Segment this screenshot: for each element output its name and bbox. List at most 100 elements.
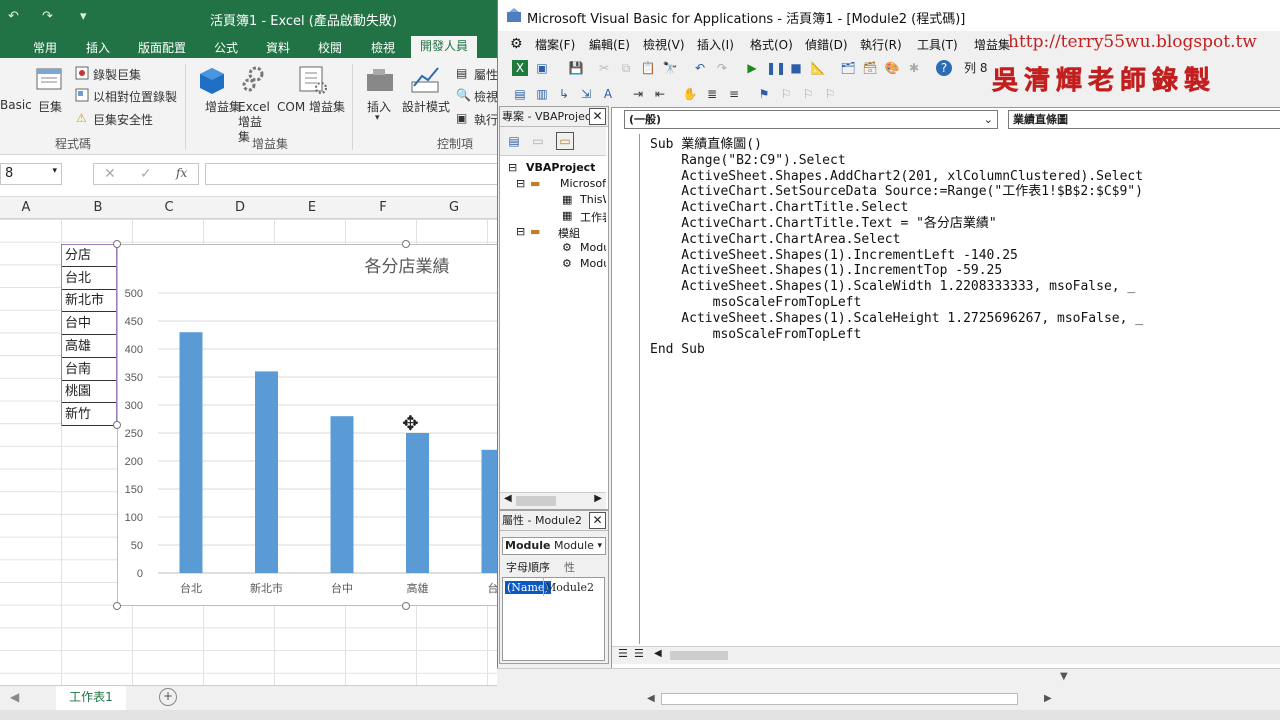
break-icon[interactable]: ❚❚	[766, 60, 786, 76]
formula-input[interactable]	[205, 163, 500, 185]
outdent-icon[interactable]: ⇤	[652, 86, 668, 102]
properties-window-icon[interactable]: 🗃	[862, 60, 878, 76]
record-macro-button[interactable]: 錄製巨集	[93, 66, 141, 83]
vba-sys-icon[interactable]: ⚙	[510, 36, 523, 52]
object-combo[interactable]: (一般) ⌄	[624, 110, 998, 129]
addins-icon[interactable]	[198, 66, 226, 96]
prev-bookmark-icon[interactable]: ⚐	[800, 86, 816, 102]
chart-title[interactable]: 各分店業績	[365, 257, 450, 276]
design-mode-button[interactable]: 設計模式	[402, 98, 450, 115]
list-constants-icon[interactable]: ▥	[534, 86, 550, 102]
cell[interactable]: 新北市	[62, 290, 116, 313]
tree-toggle-icon[interactable]: ⊟	[508, 161, 517, 174]
save-icon[interactable]: 💾	[568, 60, 584, 76]
tree-microsoft-objects[interactable]: Microsoft	[560, 177, 606, 190]
tab-categorized[interactable]: 性	[564, 559, 575, 575]
tab-view[interactable]: 檢視	[371, 39, 395, 56]
tab-review[interactable]: 校閱	[318, 39, 342, 56]
insert-function-icon[interactable]: fx	[176, 166, 187, 180]
resize-handle[interactable]	[402, 602, 410, 610]
list-properties-icon[interactable]: ▤	[512, 86, 528, 102]
cell[interactable]: 台北	[62, 268, 116, 290]
addins-button[interactable]: 增益集	[205, 100, 241, 115]
full-module-view-icon[interactable]: ☰	[634, 647, 644, 660]
customize-qat-icon[interactable]: ▾	[80, 9, 87, 24]
resize-handle[interactable]	[113, 240, 121, 248]
toggle-bookmark-icon[interactable]: ⚑	[756, 86, 772, 102]
view-excel-icon[interactable]: X	[512, 60, 528, 76]
column-header-g[interactable]: G	[444, 200, 464, 215]
chart-bar[interactable]	[330, 416, 354, 573]
properties-object-combo[interactable]: Module Module ▾	[502, 537, 606, 555]
enter-check-icon[interactable]: ✓	[140, 166, 152, 182]
menu-addins[interactable]: 增益集	[974, 36, 1010, 53]
next-bookmark-icon[interactable]: ⚐	[778, 86, 794, 102]
property-value[interactable]: Module2	[545, 581, 594, 594]
view-code-button[interactable]: 檢視	[474, 88, 498, 105]
scroll-right-icon[interactable]: ▶	[594, 493, 602, 504]
resize-handle[interactable]	[113, 602, 121, 610]
relative-ref-button[interactable]: 以相對位置錄製	[93, 88, 177, 105]
tree-toggle-icon[interactable]: ⊟	[516, 177, 525, 190]
resize-handle[interactable]	[113, 421, 121, 429]
clear-bookmarks-icon[interactable]: ⚐	[822, 86, 838, 102]
menu-format[interactable]: 格式(O)	[750, 36, 793, 53]
parameter-info-icon[interactable]: ⇲	[578, 86, 594, 102]
column-header-c[interactable]: C	[159, 200, 179, 215]
tree-toggle-icon[interactable]: ⊟	[516, 225, 525, 238]
complete-word-icon[interactable]: A	[600, 86, 616, 102]
sheet-tab-1[interactable]: 工作表1	[56, 686, 126, 712]
help-icon[interactable]: ?	[936, 60, 952, 76]
add-sheet-button[interactable]: +	[159, 688, 177, 706]
scroll-right-icon[interactable]: ▶	[1044, 693, 1052, 704]
name-box-dropdown-icon[interactable]: ▾	[52, 166, 57, 176]
scroll-thumb[interactable]	[670, 651, 728, 660]
column-header-b[interactable]: B	[88, 200, 108, 215]
macros-button[interactable]: 巨集	[38, 98, 62, 115]
close-project-pane-button[interactable]: ✕	[589, 108, 606, 125]
run-dialog-button[interactable]: 執行	[474, 111, 498, 128]
tree-module1[interactable]: Modu	[580, 241, 606, 254]
properties-button[interactable]: 屬性	[474, 66, 498, 83]
chart-bar[interactable]	[406, 433, 429, 573]
macro-security-button[interactable]: 巨集安全性	[93, 111, 153, 128]
cut-icon[interactable]: ✂	[596, 60, 612, 76]
tab-alphabetic[interactable]: 字母順序	[506, 559, 550, 575]
scroll-left-icon[interactable]: ◀	[504, 493, 512, 504]
macros-icon[interactable]	[35, 66, 65, 94]
scroll-thumb[interactable]	[516, 496, 556, 506]
insert-dropdown-icon[interactable]: ▾	[375, 113, 380, 123]
code-hscroll[interactable]: ☰ ☰ ◀	[612, 646, 1280, 664]
chevron-down-icon[interactable]: ▼	[1060, 671, 1068, 682]
cell[interactable]: 台南	[62, 359, 116, 381]
menu-file[interactable]: 檔案(F)	[535, 36, 575, 53]
selected-range[interactable]: 分店 台北 新北市 台中 高雄 台南 桃園 新竹	[61, 244, 117, 426]
chart-bar[interactable]	[255, 371, 278, 573]
tab-insert[interactable]: 插入	[86, 39, 110, 56]
view-code-icon[interactable]: ▤	[506, 133, 522, 149]
insert-controls-icon[interactable]	[365, 66, 395, 94]
excel-addins-gear-icon[interactable]	[240, 64, 268, 94]
scroll-left-icon[interactable]: ◀	[647, 693, 655, 704]
project-explorer-icon[interactable]: 🗂	[840, 60, 856, 76]
find-icon[interactable]: 🔭	[662, 60, 678, 76]
redo-icon[interactable]: ↷	[42, 9, 53, 24]
tree-vbaproject[interactable]: VBAProject	[526, 161, 595, 174]
com-addins-button[interactable]: COM 增益集	[277, 98, 345, 115]
chart-area[interactable]: 各分店業績 0 50 100 150 200 250 300 350 400 450 500 台北 新…	[117, 244, 505, 606]
toggle-folders-icon[interactable]: ▭	[556, 132, 574, 150]
tab-home[interactable]: 常用	[33, 39, 57, 56]
design-mode-icon[interactable]	[410, 64, 442, 96]
cancel-icon[interactable]: ✕	[104, 166, 116, 182]
scroll-track[interactable]	[661, 693, 1018, 705]
tab-formulas[interactable]: 公式	[214, 39, 238, 56]
column-header-f[interactable]: F	[373, 200, 393, 215]
column-header-a[interactable]: A	[16, 200, 36, 215]
close-properties-pane-button[interactable]: ✕	[589, 512, 606, 529]
view-object-icon[interactable]: ▭	[530, 133, 546, 149]
tree-thisworkbook[interactable]: ThisW	[580, 193, 606, 206]
tree-module2[interactable]: Modu	[580, 257, 606, 270]
paste-icon[interactable]: 📋	[640, 60, 656, 76]
visual-basic-button[interactable]: Basic	[0, 98, 32, 112]
scroll-left-icon[interactable]: ◀	[654, 648, 662, 659]
